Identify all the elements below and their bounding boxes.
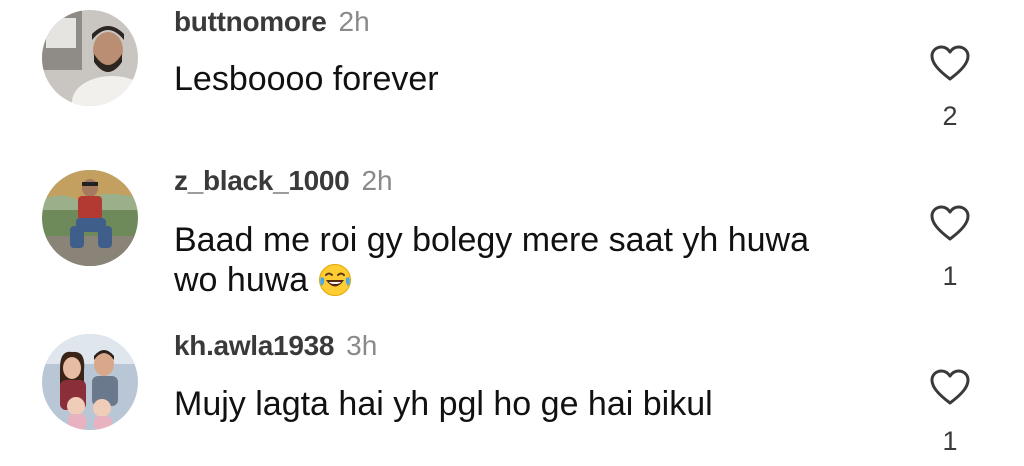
timestamp: 3h: [346, 330, 378, 361]
like-count: 1: [942, 261, 958, 291]
comment-text: Lesboooo forever: [174, 60, 439, 98]
like-count: 1: [942, 426, 958, 456]
comment-item: z_black_1000 2h Baad me roi gy bolegy mer…: [0, 150, 1024, 320]
avatar-image: [42, 10, 138, 106]
like-button[interactable]: [928, 203, 972, 243]
comment-header: buttnomore 2h: [174, 8, 370, 36]
username[interactable]: buttnomore: [174, 6, 327, 37]
comment-item: buttnomore 2h Lesboooo forever 2: [0, 0, 1024, 150]
heart-outline-icon: [930, 369, 970, 405]
laughing-tears-emoji-icon: [318, 263, 352, 297]
avatar[interactable]: [42, 334, 138, 430]
like-count: 2: [942, 101, 958, 131]
comment-text-body: Baad me roi gy bolegy mere saat yh huwa …: [174, 221, 810, 299]
username[interactable]: kh.awla1938: [174, 330, 334, 361]
avatar-image: [42, 170, 138, 266]
timestamp: 2h: [338, 6, 370, 37]
comment-header: kh.awla1938 3h: [174, 332, 377, 360]
avatar[interactable]: [42, 170, 138, 266]
comment-text: Baad me roi gy bolegy mere saat yh huwa …: [174, 220, 814, 300]
heart-outline-icon: [930, 205, 970, 241]
avatar-image: [42, 334, 138, 430]
username[interactable]: z_black_1000: [174, 165, 350, 196]
like-button[interactable]: [928, 367, 972, 407]
timestamp: 2h: [361, 165, 393, 196]
comment-header: z_black_1000 2h: [174, 167, 393, 195]
avatar[interactable]: [42, 10, 138, 106]
comment-text: Mujy lagta hai yh pgl ho ge hai bikul: [174, 385, 713, 423]
like-button[interactable]: [928, 43, 972, 83]
comment-item: kh.awla1938 3h Mujy lagta hai yh pgl ho g…: [0, 320, 1024, 466]
heart-outline-icon: [930, 45, 970, 81]
